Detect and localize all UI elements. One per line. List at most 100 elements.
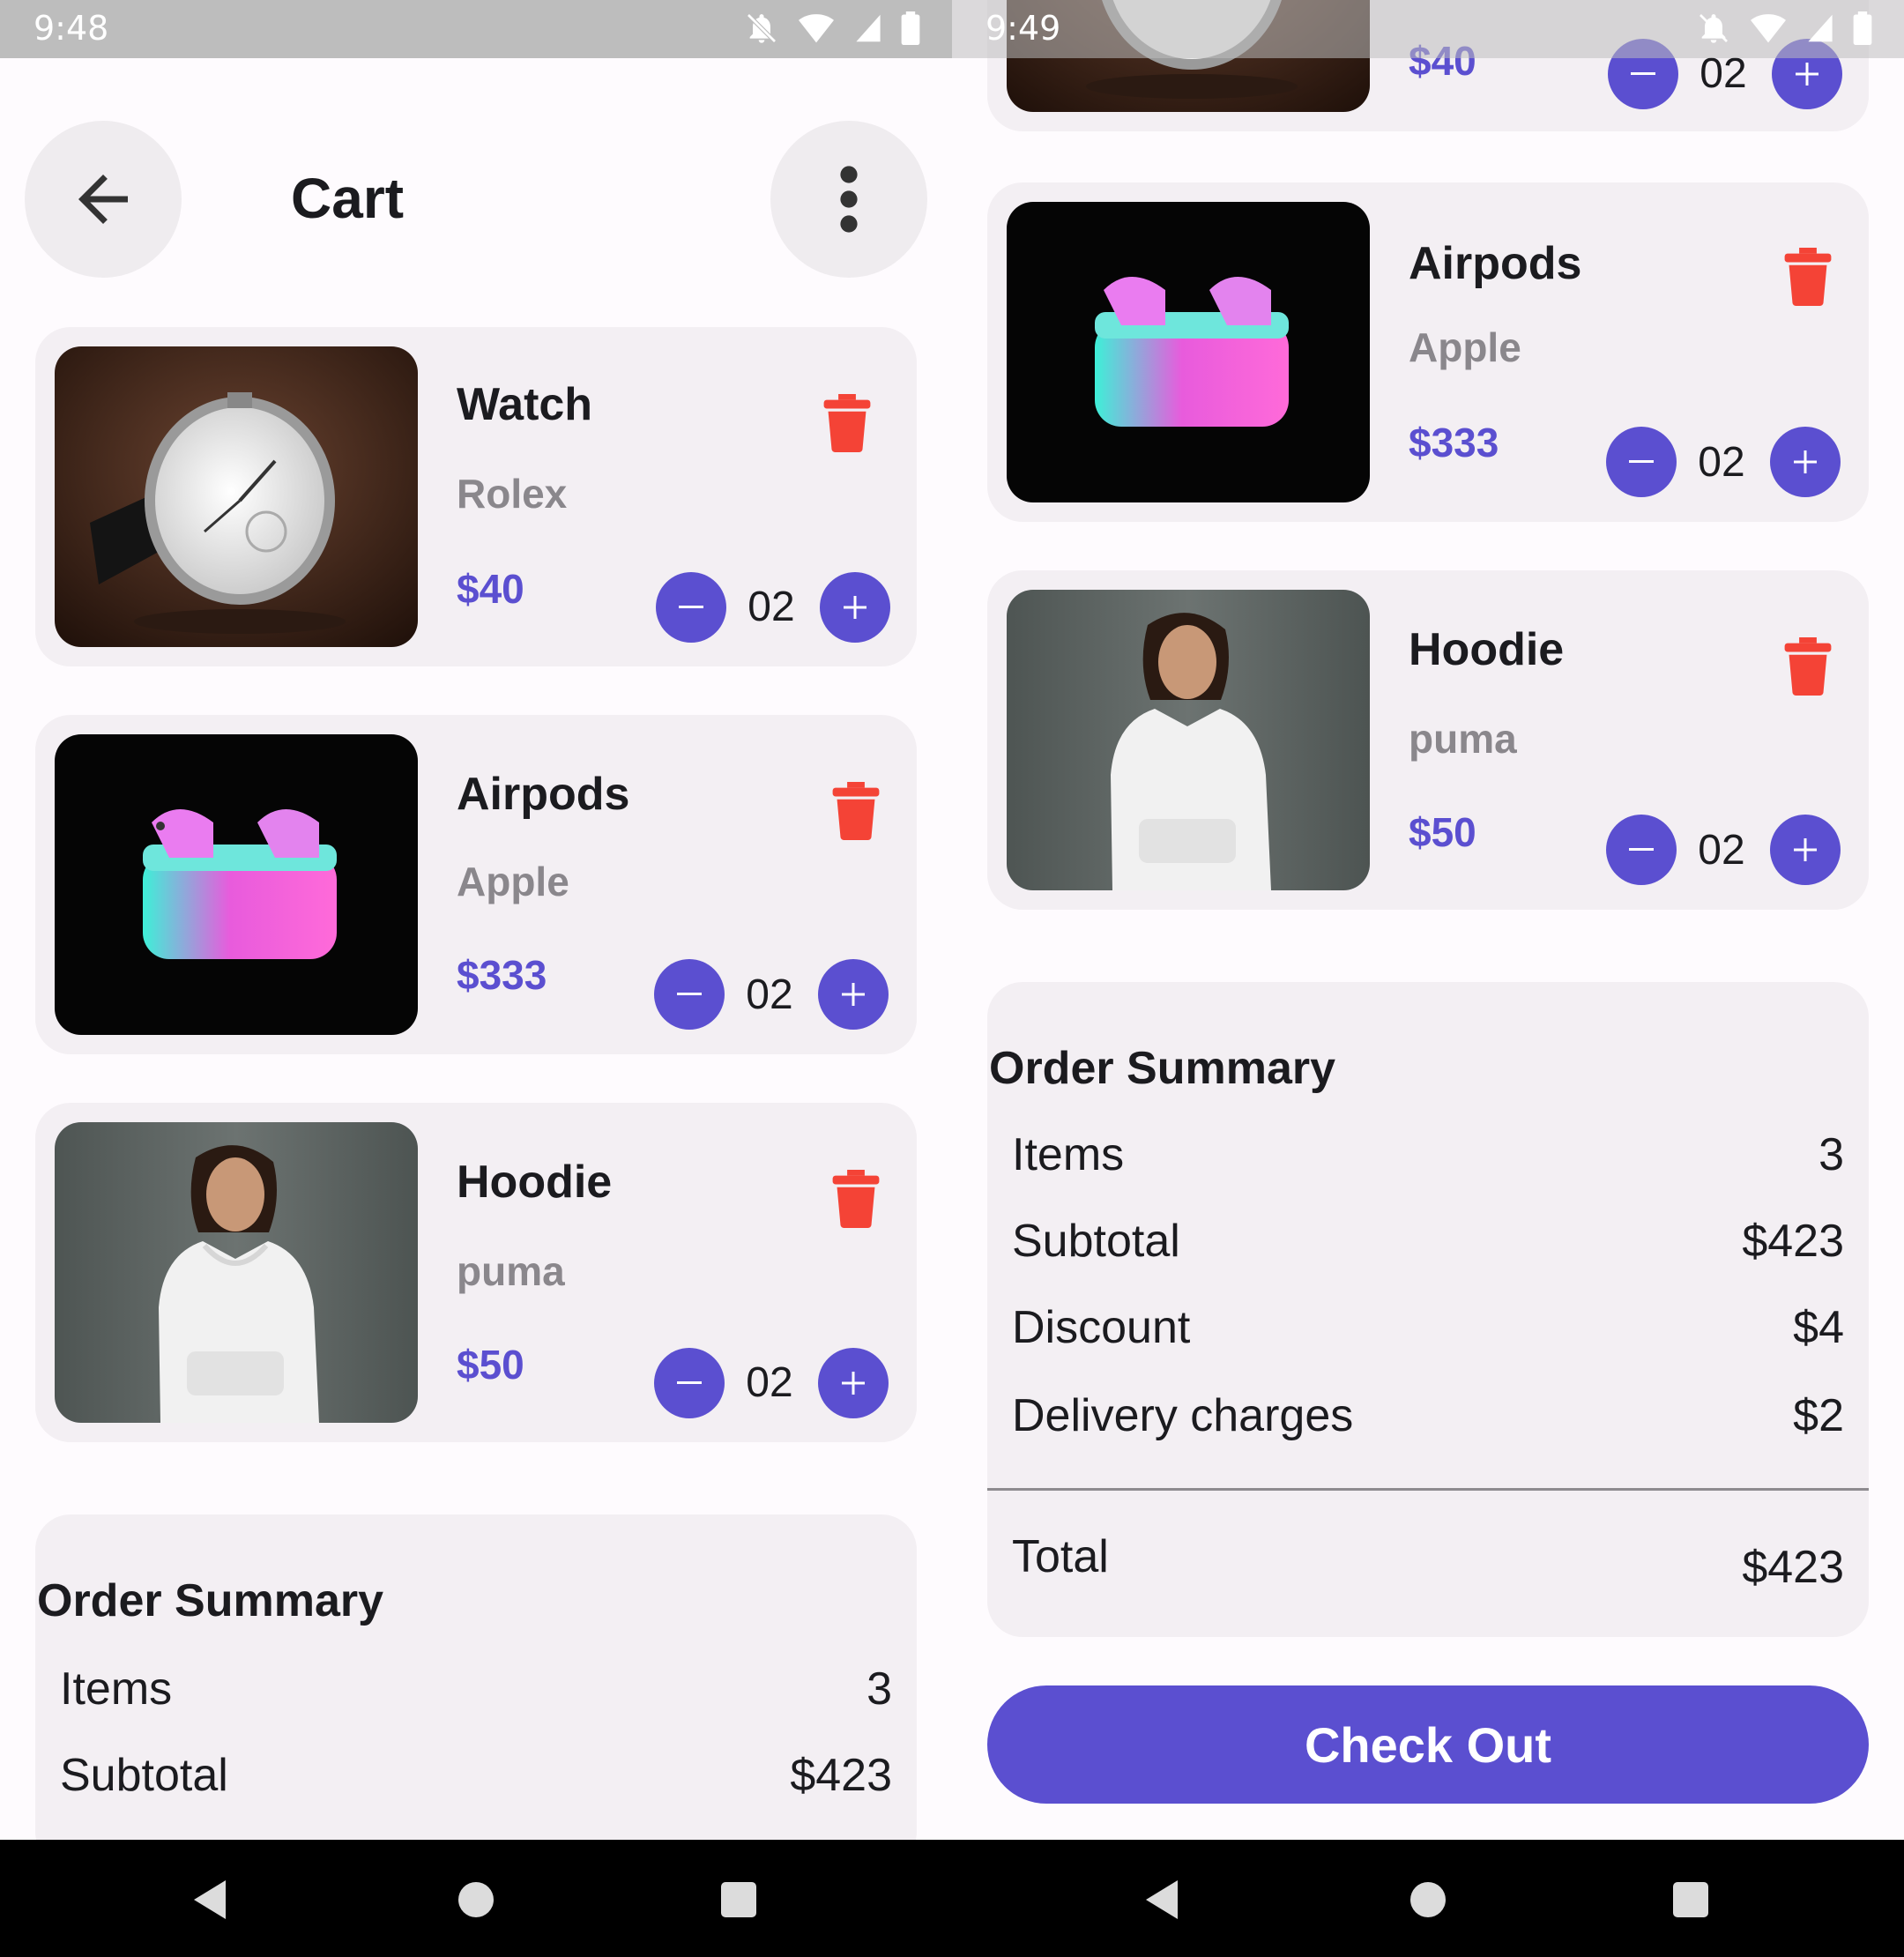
increase-quantity-button[interactable]: [820, 572, 890, 643]
nav-back-icon[interactable]: [1146, 1880, 1181, 1919]
product-name: Hoodie: [457, 1157, 613, 1208]
nav-home-icon[interactable]: [1410, 1882, 1446, 1917]
quantity-value: 02: [1698, 439, 1745, 486]
nav-recents-icon[interactable]: [1673, 1882, 1708, 1917]
product-brand: Rolex: [457, 471, 568, 517]
decrease-quantity-button[interactable]: [654, 1348, 725, 1418]
cart-item-hoodie: Hoodie puma $50 02: [35, 1103, 917, 1442]
product-image-airpods: [55, 734, 418, 1035]
product-image-hoodie: [55, 1122, 418, 1423]
minus-icon: [1629, 460, 1654, 463]
status-bar: 9:49: [952, 0, 1904, 58]
increase-quantity-button[interactable]: [818, 1348, 889, 1418]
nav-back-icon[interactable]: [194, 1880, 229, 1919]
cart-item-watch: Watch Rolex $40 02: [35, 327, 917, 666]
nav-recents-icon[interactable]: [721, 1882, 756, 1917]
decrease-quantity-button[interactable]: [1606, 815, 1677, 885]
cart-item-airpods: Airpods Apple $333 02: [35, 715, 917, 1054]
product-brand: puma: [1409, 716, 1517, 762]
plus-icon: [1794, 838, 1817, 861]
bell-off-icon: [747, 13, 777, 43]
plus-icon: [842, 1372, 865, 1395]
more-vert-icon: [840, 166, 858, 233]
quantity-value: 02: [747, 584, 795, 630]
decrease-quantity-button[interactable]: [1606, 427, 1677, 497]
trash-icon[interactable]: [823, 394, 871, 452]
product-image-hoodie: [1007, 590, 1370, 890]
increase-quantity-button[interactable]: [1770, 815, 1841, 885]
trash-icon[interactable]: [832, 782, 880, 840]
summary-label: Discount: [1012, 1302, 1191, 1353]
total-value: $423: [1742, 1542, 1844, 1593]
product-name: Airpods: [457, 769, 630, 820]
trash-icon[interactable]: [832, 1170, 880, 1228]
status-icons: [744, 11, 920, 46]
navigation-bar: [952, 1840, 1904, 1957]
trash-icon[interactable]: [1784, 637, 1832, 696]
product-brand: puma: [457, 1248, 565, 1294]
status-icons: [1696, 11, 1872, 46]
battery-icon: [1853, 11, 1872, 45]
summary-value: $2: [1793, 1390, 1844, 1441]
plus-icon: [1796, 63, 1818, 86]
back-button[interactable]: [25, 121, 182, 278]
bell-off-icon: [1699, 14, 1728, 43]
product-price: $333: [457, 952, 547, 998]
plus-icon: [842, 983, 865, 1006]
cart-screen-top: 9:48 Cart Watch Rolex $40 02 Airpods App…: [0, 0, 952, 1957]
summary-row-subtotal: Subtotal $423: [1012, 1215, 1844, 1276]
trash-icon[interactable]: [1784, 248, 1832, 306]
plus-icon: [1794, 450, 1817, 473]
minus-icon: [677, 993, 702, 995]
nav-home-icon[interactable]: [458, 1882, 494, 1917]
quantity-value: 02: [746, 1359, 793, 1406]
summary-value: 3: [1818, 1129, 1844, 1180]
product-price: $40: [457, 566, 524, 612]
signal-icon: [856, 14, 881, 42]
product-brand: Apple: [1409, 324, 1521, 370]
wifi-icon: [799, 14, 834, 43]
checkout-button[interactable]: Check Out: [987, 1685, 1869, 1804]
navigation-bar: [0, 1840, 952, 1957]
status-bar: 9:48: [0, 0, 952, 58]
minus-icon: [1629, 848, 1654, 851]
summary-row-subtotal: Subtotal $423: [60, 1749, 892, 1811]
product-name: Watch: [457, 379, 593, 430]
summary-value: 3: [866, 1663, 892, 1715]
cart-screen-scrolled: $40 02 9:49 Airpods Apple $333 02 Hoodie…: [952, 0, 1904, 1957]
summary-row-items: Items 3: [60, 1663, 892, 1724]
summary-value: $423: [1742, 1216, 1844, 1267]
summary-value: $4: [1793, 1302, 1844, 1353]
summary-row-discount: Discount $4: [1012, 1301, 1844, 1363]
wifi-icon: [1751, 14, 1786, 43]
product-price: $50: [457, 1342, 524, 1388]
cart-item-airpods: Airpods Apple $333 02: [987, 182, 1869, 522]
decrease-quantity-button[interactable]: [656, 572, 726, 643]
summary-label: Items: [1012, 1129, 1125, 1180]
cart-item-hoodie: Hoodie puma $50 02: [987, 570, 1869, 910]
product-name: Airpods: [1409, 238, 1582, 289]
arrow-left-icon: [78, 175, 128, 224]
signal-icon: [1808, 14, 1833, 42]
summary-row-total: Total $423: [1012, 1530, 1844, 1593]
plus-icon: [844, 596, 866, 619]
page-title: Cart: [291, 167, 405, 230]
order-summary-title: Order Summary: [37, 1575, 384, 1626]
order-summary-title: Order Summary: [989, 1043, 1336, 1094]
status-time: 9:48: [33, 9, 109, 48]
decrease-quantity-button[interactable]: [654, 959, 725, 1030]
quantity-value: 02: [1698, 827, 1745, 874]
summary-value: $423: [790, 1750, 892, 1801]
increase-quantity-button[interactable]: [818, 959, 889, 1030]
total-label: Total: [1012, 1531, 1109, 1582]
increase-quantity-button[interactable]: [1770, 427, 1841, 497]
minus-icon: [679, 606, 703, 608]
more-options-button[interactable]: [770, 121, 927, 278]
product-image-watch: [55, 346, 418, 647]
product-brand: Apple: [457, 859, 569, 904]
status-time: 9:49: [985, 9, 1061, 48]
summary-row-items: Items 3: [1012, 1128, 1844, 1190]
quantity-value: 02: [746, 971, 793, 1018]
minus-icon: [677, 1381, 702, 1384]
product-name: Hoodie: [1409, 624, 1565, 675]
